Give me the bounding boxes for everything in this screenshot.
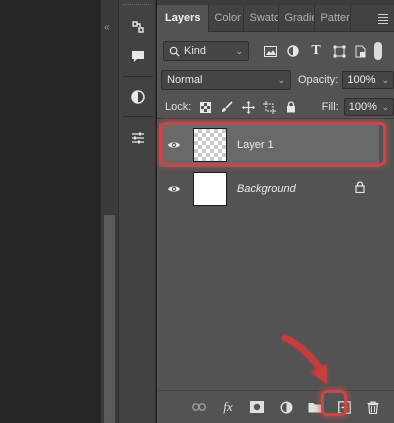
layer-thumbnail[interactable] bbox=[193, 172, 227, 206]
search-icon bbox=[169, 46, 180, 57]
chevron-down-icon[interactable]: ⌄ bbox=[381, 102, 389, 113]
layers-panel: Layers Color Swatches Gradients Patterns… bbox=[157, 0, 394, 423]
layers-bottom-toolbar: fx bbox=[157, 390, 394, 423]
eye-icon[interactable] bbox=[159, 184, 189, 194]
lock-row: Lock: Fill: 100% ⌄ bbox=[157, 98, 394, 116]
scrollbar-thumb[interactable] bbox=[104, 215, 115, 423]
collapse-icon[interactable]: « bbox=[104, 22, 116, 36]
eye-icon[interactable] bbox=[159, 140, 189, 150]
blend-mode-select[interactable]: Normal ⌄ bbox=[161, 70, 291, 90]
chevron-down-icon: ⌄ bbox=[235, 45, 243, 56]
tab-swatches[interactable]: Swatches bbox=[244, 5, 280, 32]
collapsed-panels-iconbar bbox=[118, 0, 156, 423]
trash-icon[interactable] bbox=[363, 397, 383, 417]
properties-icon[interactable] bbox=[127, 127, 149, 149]
link-layers-icon[interactable] bbox=[189, 397, 209, 417]
tab-gradients[interactable]: Gradients bbox=[279, 5, 316, 32]
layer-thumbnail[interactable] bbox=[193, 128, 227, 162]
layer-row-background[interactable]: Background bbox=[159, 167, 379, 211]
shape-filter-icon[interactable] bbox=[330, 42, 348, 60]
fill-label: Fill: bbox=[321, 101, 339, 113]
lock-label: Lock: bbox=[165, 101, 192, 113]
lock-image-pixels-icon[interactable] bbox=[219, 98, 236, 116]
opacity-input[interactable]: 100% ⌄ bbox=[342, 71, 394, 89]
separator bbox=[123, 116, 153, 117]
tab-patterns[interactable]: Patterns bbox=[315, 5, 352, 32]
blend-mode-value: Normal bbox=[167, 74, 203, 86]
pixel-filter-icon[interactable] bbox=[261, 42, 279, 60]
grip-handle[interactable] bbox=[123, 4, 151, 7]
chevron-down-icon: ⌄ bbox=[277, 74, 285, 85]
chevron-down-icon[interactable]: ⌄ bbox=[381, 75, 389, 86]
lock-all-icon[interactable] bbox=[282, 98, 299, 116]
new-layer-icon[interactable] bbox=[334, 397, 354, 417]
history-icon[interactable] bbox=[127, 16, 149, 38]
filter-kind-select[interactable]: Kind ⌄ bbox=[163, 41, 249, 61]
filter-toggle[interactable] bbox=[374, 42, 382, 60]
panel-tabs: Layers Color Swatches Gradients Patterns bbox=[157, 5, 394, 32]
lock-position-icon[interactable] bbox=[240, 98, 257, 116]
separator bbox=[123, 76, 153, 77]
lock-transparent-pixels-icon[interactable] bbox=[197, 98, 214, 116]
adjustment-layer-icon[interactable] bbox=[276, 397, 296, 417]
fill-input[interactable]: 100% ⌄ bbox=[343, 98, 394, 116]
tab-color[interactable]: Color bbox=[209, 5, 245, 32]
layer-name[interactable]: Layer 1 bbox=[237, 139, 274, 151]
adjustments-icon[interactable] bbox=[127, 86, 149, 108]
type-filter-icon[interactable]: T bbox=[307, 42, 325, 60]
group-folder-icon[interactable] bbox=[305, 397, 325, 417]
fx-icon[interactable]: fx bbox=[218, 397, 238, 417]
filter-row: Kind ⌄ T bbox=[157, 41, 394, 61]
fill-value: 100% bbox=[348, 101, 377, 113]
smart-object-filter-icon[interactable] bbox=[352, 42, 370, 60]
tab-layers[interactable]: Layers bbox=[157, 5, 210, 32]
layer-name[interactable]: Background bbox=[237, 183, 296, 195]
lock-icon[interactable] bbox=[355, 181, 365, 196]
panel-menu-icon[interactable] bbox=[374, 5, 394, 32]
opacity-value: 100% bbox=[347, 74, 376, 86]
layer-mask-icon[interactable] bbox=[247, 397, 267, 417]
panel-collapse-strip: « bbox=[100, 0, 118, 423]
layers-list: Layer 1 Background bbox=[157, 118, 394, 390]
blend-row: Normal ⌄ Opacity: 100% ⌄ bbox=[157, 70, 394, 90]
canvas-area[interactable] bbox=[0, 0, 100, 423]
layer-row-layer-1[interactable]: Layer 1 bbox=[159, 123, 379, 167]
adjustment-filter-icon[interactable] bbox=[284, 42, 302, 60]
lock-artboard-icon[interactable] bbox=[261, 98, 278, 116]
comments-icon[interactable] bbox=[127, 45, 149, 67]
filter-kind-label: Kind bbox=[184, 45, 207, 57]
opacity-label: Opacity: bbox=[298, 74, 339, 86]
